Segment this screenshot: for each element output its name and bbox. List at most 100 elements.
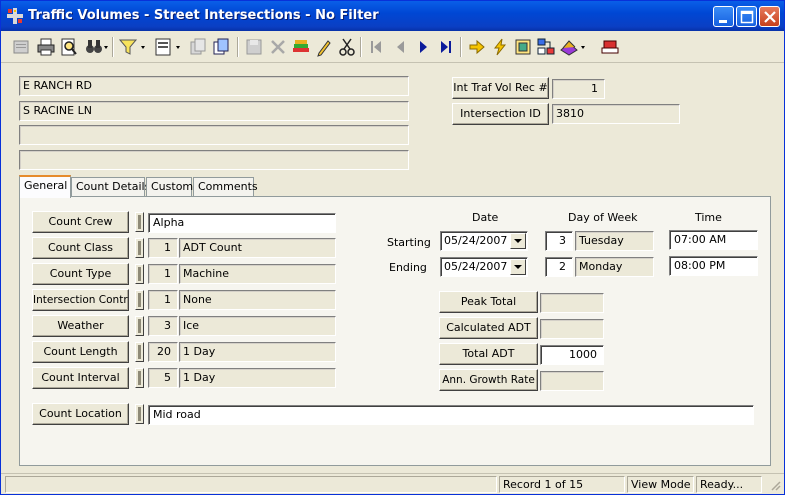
count-crew-field[interactable]: Alpha xyxy=(148,213,336,233)
ann-growth-rate-button[interactable]: Ann. Growth Rate xyxy=(439,369,538,391)
toolbar xyxy=(1,31,784,63)
status-record: Record 1 of 15 xyxy=(499,476,625,493)
hierarchy-button[interactable] xyxy=(535,36,557,58)
first-record-button[interactable] xyxy=(365,36,387,58)
int-traf-vol-rec-button[interactable]: Int Traf Vol Rec # xyxy=(452,77,549,99)
status-state: Ready... xyxy=(696,476,762,493)
count-type-value: Machine xyxy=(179,264,336,284)
start-dow-code-field[interactable]: 3 xyxy=(545,231,573,251)
calculated-adt-button[interactable]: Calculated ADT xyxy=(439,317,538,339)
last-record-button[interactable] xyxy=(435,36,457,58)
start-date-picker[interactable]: 05/24/2007 xyxy=(440,231,528,251)
cut-button[interactable] xyxy=(336,36,358,58)
count-crew-grip[interactable] xyxy=(135,212,144,232)
street-3-field[interactable] xyxy=(19,125,409,145)
count-location-field[interactable]: Mid road xyxy=(148,405,754,425)
count-class-code: 1 xyxy=(148,238,178,258)
maximize-button[interactable] xyxy=(736,6,757,27)
tab-custom[interactable]: Custom xyxy=(146,177,193,197)
count-location-grip[interactable] xyxy=(135,404,144,424)
end-dow-code-field[interactable]: 2 xyxy=(545,257,573,277)
reports-button[interactable] xyxy=(558,36,588,58)
books-button[interactable] xyxy=(290,36,312,58)
copy-record-button[interactable] xyxy=(187,36,209,58)
delete-disabled-icon xyxy=(271,40,285,54)
total-adt-button[interactable]: Total ADT xyxy=(439,343,538,365)
count-type-button[interactable]: Count Type xyxy=(32,263,129,285)
count-type-code: 1 xyxy=(148,264,178,284)
duplicate-button[interactable] xyxy=(210,36,232,58)
exit-button[interactable] xyxy=(599,36,621,58)
count-class-grip[interactable] xyxy=(135,238,144,258)
save-button[interactable] xyxy=(243,36,265,58)
tab-general[interactable]: General xyxy=(19,175,71,198)
end-date-picker[interactable]: 05/24/2007 xyxy=(440,257,528,277)
window-title: Traffic Volumes - Street Intersections -… xyxy=(28,8,379,23)
books-icon xyxy=(293,40,309,52)
arrow-right-icon xyxy=(469,39,485,55)
date-header: Date xyxy=(472,211,499,224)
intersection-id-button[interactable]: Intersection ID xyxy=(452,103,549,125)
title-bar[interactable]: Traffic Volumes - Street Intersections -… xyxy=(1,1,784,31)
start-date-dropdown[interactable] xyxy=(510,233,526,249)
count-length-grip[interactable] xyxy=(135,342,144,362)
weather-button[interactable]: Weather xyxy=(32,315,129,337)
last-record-icon xyxy=(441,41,451,53)
count-class-button[interactable]: Count Class xyxy=(32,237,129,259)
map-button[interactable] xyxy=(512,36,534,58)
goto-button[interactable] xyxy=(466,36,488,58)
intersection-control-button[interactable]: Intersection Control xyxy=(32,289,129,311)
books-report-icon xyxy=(560,40,585,56)
count-class-value: ADT Count xyxy=(179,238,336,258)
find-button[interactable] xyxy=(83,36,109,58)
street-4-field[interactable] xyxy=(19,150,409,170)
maximize-icon xyxy=(740,10,754,24)
map-icon xyxy=(515,39,531,55)
tab-count-details[interactable]: Count Details xyxy=(71,177,150,197)
print-preview-icon xyxy=(61,38,77,56)
end-date-dropdown[interactable] xyxy=(510,259,526,275)
intersection-control-grip[interactable] xyxy=(135,290,144,310)
day-of-week-header: Day of Week xyxy=(568,211,638,224)
total-adt-field[interactable]: 1000 xyxy=(540,345,604,365)
count-crew-button[interactable]: Count Crew xyxy=(32,211,129,233)
run-button[interactable] xyxy=(489,36,511,58)
ending-label: Ending xyxy=(389,261,427,274)
new-record-button[interactable] xyxy=(10,36,32,58)
form-view-button[interactable] xyxy=(152,36,182,58)
chevron-down-icon xyxy=(514,265,522,269)
next-record-button[interactable] xyxy=(412,36,434,58)
peak-total-button[interactable]: Peak Total xyxy=(439,291,538,313)
count-interval-button[interactable]: Count Interval xyxy=(32,367,129,389)
count-location-button[interactable]: Count Location xyxy=(32,403,129,425)
edit-button[interactable] xyxy=(313,36,335,58)
delete-button[interactable] xyxy=(267,36,289,58)
save-disabled-icon xyxy=(246,39,262,55)
resize-grip-icon[interactable] xyxy=(769,479,781,491)
intersection-icon xyxy=(7,8,23,24)
weather-grip[interactable] xyxy=(135,316,144,336)
filter-button[interactable] xyxy=(117,36,147,58)
minimize-button[interactable] xyxy=(713,6,734,27)
start-time-field[interactable]: 07:00 AM xyxy=(669,230,758,250)
print-button[interactable] xyxy=(35,36,57,58)
street-2-field[interactable]: S RACINE LN xyxy=(19,101,409,121)
street-1-field[interactable]: E RANCH RD xyxy=(19,76,409,96)
print-preview-button[interactable] xyxy=(58,36,80,58)
previous-record-button[interactable] xyxy=(389,36,411,58)
tab-comments[interactable]: Comments xyxy=(193,177,258,197)
main-window: Traffic Volumes - Street Intersections -… xyxy=(0,0,785,495)
count-interval-value: 1 Day xyxy=(179,368,336,388)
calculated-adt-value xyxy=(540,319,604,339)
int-traf-vol-rec-value: 1 xyxy=(552,79,605,99)
count-interval-grip[interactable] xyxy=(135,368,144,388)
count-length-button[interactable]: Count Length xyxy=(32,341,129,363)
printer-icon xyxy=(37,38,55,56)
end-time-field[interactable]: 08:00 PM xyxy=(669,256,758,276)
end-date-value: 05/24/2007 xyxy=(444,260,508,273)
count-interval-code: 5 xyxy=(148,368,178,388)
time-header: Time xyxy=(695,211,722,224)
close-button[interactable] xyxy=(759,6,780,27)
count-type-grip[interactable] xyxy=(135,264,144,284)
end-dow-value: Monday xyxy=(575,257,654,277)
